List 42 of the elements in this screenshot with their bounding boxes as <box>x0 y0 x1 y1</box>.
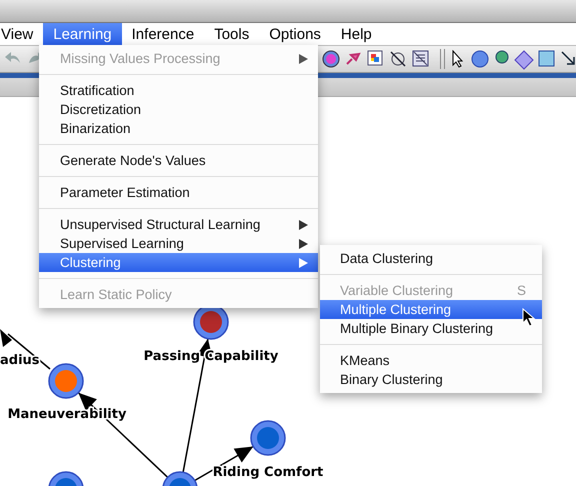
arrow <box>0 329 50 370</box>
menu-item[interactable]: Tools <box>204 23 260 45</box>
document-icon[interactable] <box>412 50 429 67</box>
arrow-icon[interactable] <box>561 50 576 66</box>
hide-icon[interactable] <box>389 50 407 68</box>
menu-item[interactable]: KMeans <box>320 351 542 370</box>
node-label: Riding Comfort <box>212 465 324 480</box>
menu-item[interactable]: Inference <box>122 23 204 45</box>
square-icon[interactable] <box>538 50 555 67</box>
menu-item[interactable]: Discretization <box>39 100 318 119</box>
dot-icon[interactable] <box>495 50 509 64</box>
menu-item[interactable]: Parameter Estimation <box>39 183 318 202</box>
node-label: Passing Capability <box>144 349 278 364</box>
menu-item[interactable]: Data Clustering <box>320 249 542 268</box>
pin-icon[interactable] <box>345 50 361 66</box>
menu-item[interactable]: Binarization <box>39 119 318 138</box>
menu-item[interactable]: Help <box>330 23 382 45</box>
pointer-icon[interactable] <box>450 50 466 68</box>
menu-item[interactable]: View <box>0 23 44 45</box>
shortcut-label: S <box>516 283 526 298</box>
menu-item[interactable]: Clustering <box>39 253 318 272</box>
redo-icon[interactable] <box>27 50 41 66</box>
graph-node[interactable] <box>250 420 286 456</box>
menu-item[interactable]: Generate Node's Values <box>39 151 318 170</box>
submenu-arrow-icon <box>299 54 308 64</box>
menu-item[interactable]: Unsupervised Structural Learning <box>39 215 318 234</box>
menu-item[interactable]: Supervised Learning <box>39 234 318 253</box>
circle-icon[interactable] <box>471 50 489 68</box>
circle-icon[interactable] <box>322 50 340 68</box>
palette-icon[interactable] <box>367 50 383 66</box>
node-label: adius <box>0 353 40 368</box>
menu-item[interactable]: Multiple Binary Clustering <box>320 319 542 338</box>
menu-item[interactable]: Options <box>259 23 331 45</box>
menu-item[interactable]: Multiple Clustering <box>320 300 542 319</box>
mouse-cursor-icon <box>522 308 536 328</box>
graph-node[interactable] <box>48 363 84 399</box>
diamond-icon[interactable] <box>514 50 534 70</box>
graph-node[interactable] <box>162 471 198 486</box>
menu-item[interactable]: Stratification <box>39 81 318 100</box>
graph-node[interactable] <box>48 471 84 486</box>
menu-item[interactable]: Learning <box>43 23 122 45</box>
menu-item[interactable]: Binary Clustering <box>320 370 542 389</box>
